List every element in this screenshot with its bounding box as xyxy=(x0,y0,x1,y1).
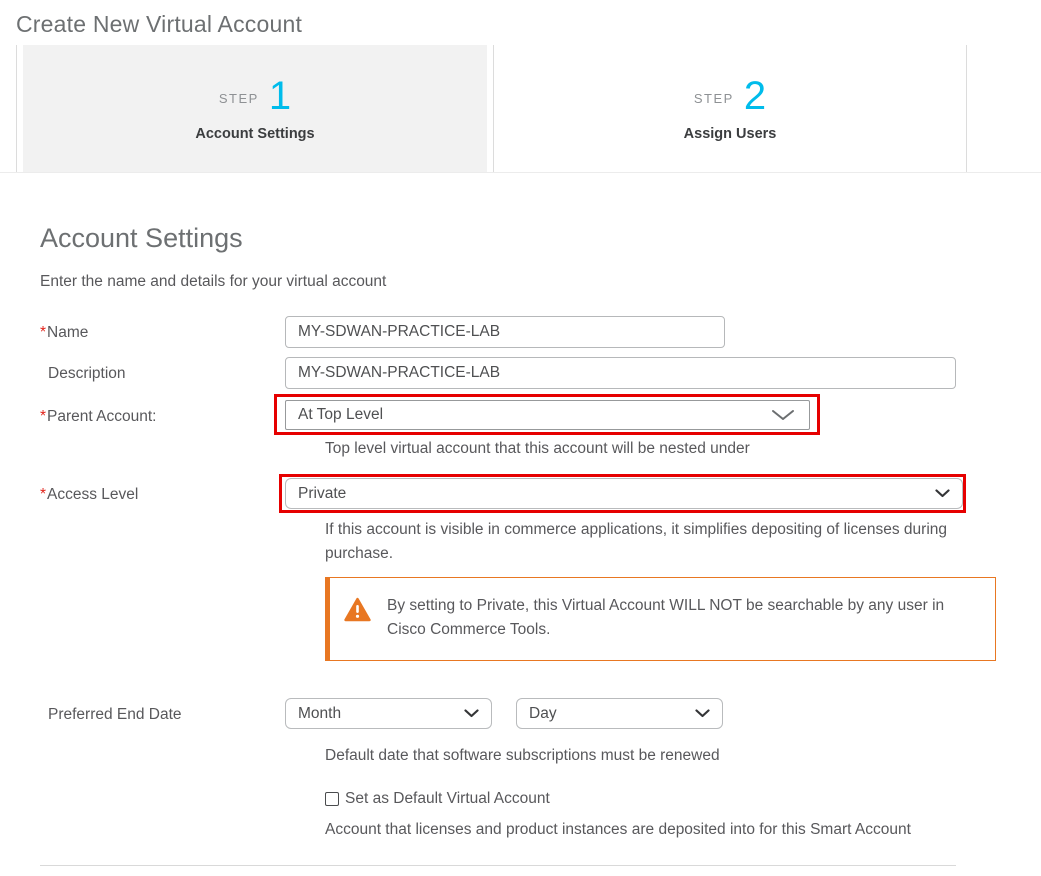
month-select[interactable]: Month xyxy=(285,698,492,729)
access-level-row: *Access Level Private xyxy=(40,478,1041,509)
name-label: *Name xyxy=(40,316,285,342)
required-asterisk: * xyxy=(40,324,46,341)
default-va-row: Set as Default Virtual Account xyxy=(325,790,1041,808)
chevron-down-icon xyxy=(695,709,710,718)
step-label: Account Settings xyxy=(195,126,314,142)
account-settings-form: *Name Description *Parent Account: At To… xyxy=(40,316,1041,842)
parent-account-help: Top level virtual account that this acco… xyxy=(325,437,1041,461)
chevron-down-icon xyxy=(464,709,479,718)
preferred-end-date-help: Default date that software subscriptions… xyxy=(325,744,1041,768)
steps-underline xyxy=(0,172,1041,173)
default-va-checkbox[interactable] xyxy=(325,792,339,806)
description-label: Description xyxy=(40,357,285,383)
wizard-steps: STEP 1 Account Settings STEP 2 Assign Us… xyxy=(16,45,967,172)
month-value: Month xyxy=(298,705,341,723)
description-row: Description xyxy=(40,357,1041,389)
wizard-step-assign-users[interactable]: STEP 2 Assign Users xyxy=(494,45,966,172)
name-row: *Name xyxy=(40,316,1041,348)
step-number: 2 xyxy=(744,76,766,116)
access-level-label: *Access Level xyxy=(40,478,285,504)
step-label: Assign Users xyxy=(684,126,777,142)
name-input[interactable] xyxy=(285,316,725,348)
section-heading: Account Settings xyxy=(40,223,1041,254)
parent-account-row: *Parent Account: At Top Level xyxy=(40,400,1041,430)
step-word: STEP xyxy=(219,91,259,106)
chevron-down-icon xyxy=(935,489,950,498)
day-select[interactable]: Day xyxy=(516,698,723,729)
private-warning-box: By setting to Private, this Virtual Acco… xyxy=(325,577,996,661)
preferred-end-date-label: Preferred End Date xyxy=(40,698,285,724)
step-word: STEP xyxy=(694,91,734,106)
description-input[interactable] xyxy=(285,357,956,389)
parent-account-select[interactable]: At Top Level xyxy=(285,400,810,430)
private-warning-text: By setting to Private, this Virtual Acco… xyxy=(387,594,947,642)
access-level-help: If this account is visible in commerce a… xyxy=(325,518,980,566)
page-title: Create New Virtual Account xyxy=(16,11,1041,38)
warning-triangle-icon xyxy=(344,597,371,622)
day-value: Day xyxy=(529,705,557,723)
access-level-select[interactable]: Private xyxy=(285,478,963,509)
step-number: 1 xyxy=(269,76,291,116)
section-subheading: Enter the name and details for your virt… xyxy=(40,273,1041,291)
wizard-step-account-settings[interactable]: STEP 1 Account Settings xyxy=(23,45,487,172)
parent-account-label: *Parent Account: xyxy=(40,400,285,426)
chevron-down-icon xyxy=(771,409,795,421)
required-asterisk: * xyxy=(40,408,46,425)
required-asterisk: * xyxy=(40,486,46,503)
footer-divider xyxy=(40,865,956,866)
parent-account-value: At Top Level xyxy=(298,406,383,424)
default-va-checkbox-label: Set as Default Virtual Account xyxy=(345,790,550,808)
default-va-help: Account that licenses and product instan… xyxy=(325,818,1041,842)
access-level-value: Private xyxy=(298,485,346,503)
preferred-end-date-row: Preferred End Date Month Day xyxy=(40,698,1041,729)
